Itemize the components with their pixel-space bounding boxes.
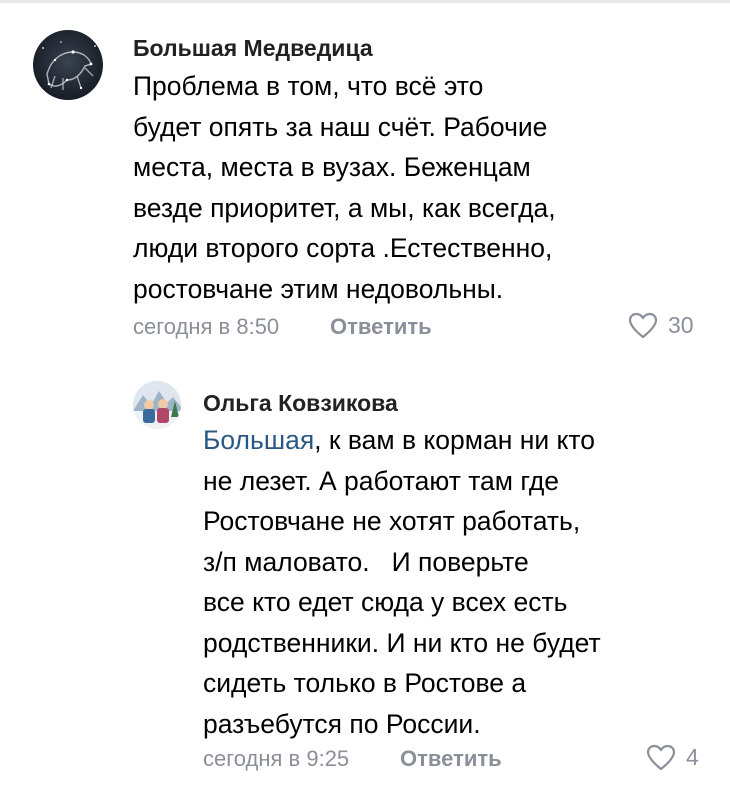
comment-text-line: з/п маловато. И поверьте bbox=[203, 546, 529, 577]
comment-text-line: сидеть только в Ростове а bbox=[203, 668, 527, 698]
heart-icon bbox=[628, 312, 658, 339]
comment-text-line: не лезет. А работают там где bbox=[203, 465, 560, 496]
comment-1: Большая Медведица Проблема в том, что вс… bbox=[0, 0, 730, 350]
comment-text-line: ростовчане этим недовольны. bbox=[133, 273, 504, 304]
comment-text: Проблема в том, что всё это будет опять … bbox=[133, 66, 556, 309]
comment-text-fragment: , к вам в корман ни кто bbox=[314, 425, 595, 455]
comment-text-line: места, места в вузах. Беженцам bbox=[133, 152, 531, 182]
like-count: 4 bbox=[686, 744, 699, 770]
comment-2: Ольга Ковзикова Большая, к вам в корман … bbox=[0, 360, 730, 800]
comment-text: Большая, к вам в корман ни кто не лезет.… bbox=[203, 420, 601, 744]
like-button[interactable]: 30 bbox=[628, 312, 694, 339]
photo-avatar-icon bbox=[133, 381, 181, 429]
reply-button[interactable]: Ответить bbox=[400, 746, 502, 772]
like-button[interactable]: 4 bbox=[646, 744, 699, 771]
comment-text-line: будет опять за наш счёт. Рабочие bbox=[133, 111, 548, 142]
like-count: 30 bbox=[668, 312, 694, 338]
comment-author[interactable]: Большая Медведица bbox=[133, 35, 373, 62]
heart-icon bbox=[646, 744, 676, 771]
comment-author[interactable]: Ольга Ковзикова bbox=[203, 390, 398, 417]
comment-text-line: Ростовчане не хотят работать, bbox=[203, 506, 581, 536]
reply-button[interactable]: Ответить bbox=[330, 314, 432, 340]
comment-timestamp: сегодня в 9:25 bbox=[203, 746, 350, 771]
star-constellation-icon bbox=[33, 30, 103, 100]
comment-text-line: люди второго сорта .Естественно, bbox=[133, 233, 553, 263]
avatar[interactable] bbox=[33, 30, 103, 100]
avatar[interactable] bbox=[133, 381, 181, 429]
comment-text-line: Проблема в том, что всё это bbox=[133, 71, 484, 101]
mention-link[interactable]: Большая bbox=[203, 425, 314, 455]
comment-text-line: все кто едет сюда у всех есть bbox=[203, 587, 568, 617]
comment-timestamp: сегодня в 8:50 bbox=[133, 314, 280, 339]
comment-text-line: Большая, к вам в корман ни кто bbox=[203, 420, 601, 461]
comment-text-line: родственники. И ни кто не будет bbox=[203, 627, 601, 658]
comment-text-line: везде приоритет, а мы, как всегда, bbox=[133, 192, 556, 223]
comment-text-line: разъебутся по России. bbox=[203, 708, 481, 739]
